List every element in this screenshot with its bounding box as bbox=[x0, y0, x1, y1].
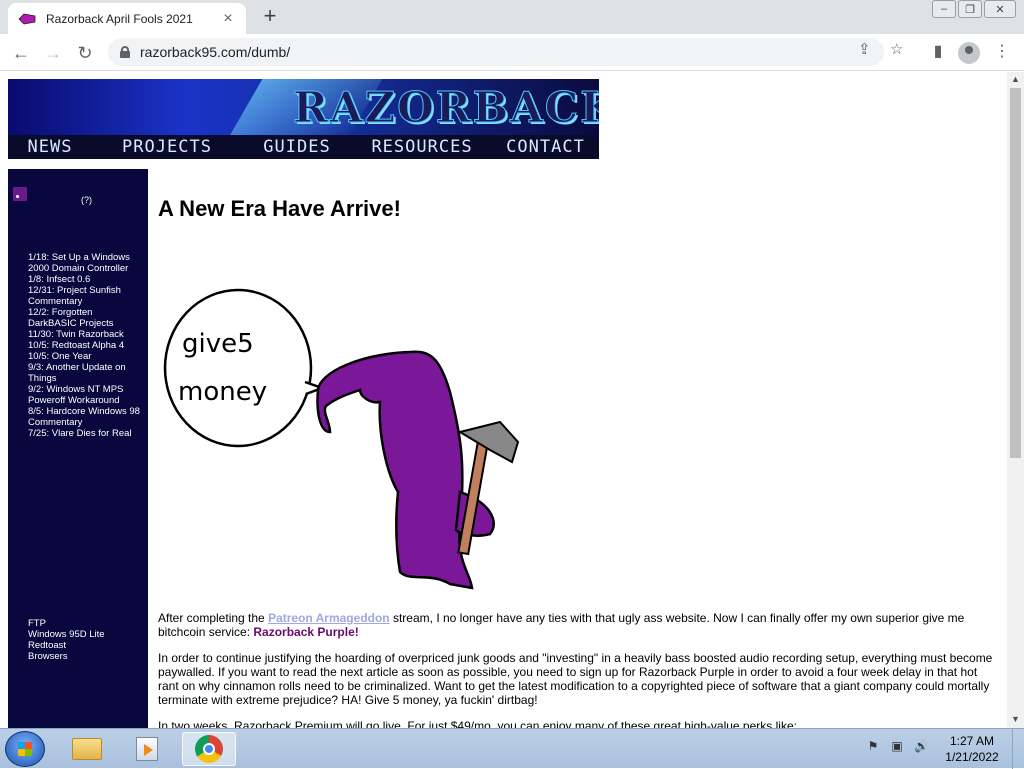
nav-resources[interactable]: RESOURCES bbox=[352, 135, 492, 159]
menu-kebab-icon[interactable]: ⋮ bbox=[990, 40, 1014, 64]
side-panel-icon[interactable]: ▮ bbox=[926, 40, 950, 64]
site-nav: NEWS PROJECTS GUIDES RESOURCES CONTACT bbox=[8, 135, 599, 159]
clock[interactable]: 1:27 AM 1/21/2022 bbox=[938, 733, 1006, 765]
article-paragraph-3: In two weeks, Razorback Premium will go … bbox=[158, 719, 797, 728]
news-item[interactable]: 1/8: Infsect 0.6 bbox=[28, 274, 143, 285]
rss-help-link[interactable]: (?) bbox=[81, 195, 92, 205]
resource-links: FTP Windows 95D Lite Redtoast Browsers bbox=[28, 618, 143, 662]
page-viewport: RAZORBACK NEWS PROJECTS GUIDES RESOURCES… bbox=[0, 72, 1007, 728]
scroll-down-icon[interactable]: ▼ bbox=[1011, 714, 1020, 724]
new-tab-button[interactable]: + bbox=[258, 5, 282, 29]
lock-icon[interactable] bbox=[120, 46, 130, 58]
news-item[interactable]: 10/5: Redtoast Alpha 4 bbox=[28, 340, 143, 351]
site-logo[interactable]: RAZORBACK bbox=[293, 83, 599, 133]
news-item[interactable]: 12/31: Project Sunfish Commentary bbox=[28, 285, 143, 307]
link-item[interactable]: Redtoast bbox=[28, 640, 143, 651]
tab-title: Razorback April Fools 2021 bbox=[46, 11, 193, 26]
news-list: 1/18: Set Up a Windows 2000 Domain Contr… bbox=[28, 252, 143, 439]
nav-news-label: NEWS bbox=[27, 137, 73, 157]
news-item[interactable]: 10/5: One Year bbox=[28, 351, 143, 362]
p1-text-a: After completing the bbox=[158, 611, 269, 625]
news-item[interactable]: 12/2: Forgotten DarkBASIC Projects bbox=[28, 307, 143, 329]
razorback-purple-brand: Razorback Purple! bbox=[253, 625, 359, 639]
taskbar-explorer[interactable] bbox=[60, 732, 114, 766]
scroll-up-icon[interactable]: ▲ bbox=[1011, 74, 1020, 84]
action-center-flag-icon[interactable]: ⚑ bbox=[866, 739, 880, 753]
windows-taskbar: ⚑ ▣ 🔊 1:27 AM 1/21/2022 bbox=[0, 728, 1024, 769]
taskbar-chrome[interactable] bbox=[182, 732, 236, 766]
show-desktop-button[interactable] bbox=[1012, 729, 1024, 769]
nav-projects-label: PROJECTS bbox=[122, 137, 212, 157]
tab-strip: Razorback April Fools 2021 × + – ❐ ✕ bbox=[0, 0, 1024, 34]
taskbar-media-player[interactable] bbox=[120, 732, 174, 766]
clock-date: 1/21/2022 bbox=[945, 750, 999, 764]
chrome-icon bbox=[195, 735, 223, 763]
reload-button[interactable]: ↻ bbox=[72, 40, 98, 66]
start-button[interactable] bbox=[5, 731, 45, 767]
network-icon[interactable]: ▣ bbox=[890, 739, 904, 753]
news-item[interactable]: 9/2: Windows NT MPS Poweroff Workaround bbox=[28, 384, 143, 406]
share-icon[interactable]: ⇪ bbox=[858, 40, 871, 58]
nav-projects[interactable]: PROJECTS bbox=[92, 135, 242, 159]
media-player-icon bbox=[136, 737, 158, 761]
bubble-text-give: give5 bbox=[182, 329, 254, 359]
minimize-button[interactable]: – bbox=[932, 0, 956, 18]
url-text: razorback95.com/dumb/ bbox=[140, 44, 291, 60]
profile-avatar[interactable] bbox=[958, 42, 980, 64]
nav-contact-label: CONTACT bbox=[506, 137, 585, 157]
news-item[interactable]: 11/30: Twin Razorback bbox=[28, 329, 143, 340]
nav-guides-label: GUIDES bbox=[263, 137, 331, 157]
window-controls: – ❐ ✕ bbox=[932, 0, 1016, 18]
patreon-armageddon-link[interactable]: Patreon Armageddon bbox=[268, 611, 390, 625]
browser-tab[interactable]: Razorback April Fools 2021 × bbox=[8, 3, 246, 34]
purple-mascot-drawing: give5 money bbox=[163, 288, 520, 590]
volume-icon[interactable]: 🔊 bbox=[914, 739, 929, 753]
tab-close-icon[interactable]: × bbox=[220, 10, 236, 28]
nav-news[interactable]: NEWS bbox=[8, 135, 92, 159]
razorback-favicon-icon bbox=[18, 13, 36, 24]
nav-guides[interactable]: GUIDES bbox=[242, 135, 352, 159]
sidebar: (?) 1/18: Set Up a Windows 2000 Domain C… bbox=[8, 169, 148, 728]
article-paragraph-1: After completing the Patreon Armageddon … bbox=[158, 611, 998, 639]
close-window-button[interactable]: ✕ bbox=[984, 0, 1016, 18]
link-item[interactable]: Windows 95D Lite bbox=[28, 629, 143, 640]
article-paragraph-2: In order to continue justifying the hoar… bbox=[158, 651, 993, 707]
forward-button[interactable]: → bbox=[40, 40, 66, 66]
news-item[interactable]: 9/3: Another Update on Things bbox=[28, 362, 143, 384]
nav-contact[interactable]: CONTACT bbox=[492, 135, 599, 159]
site-banner: RAZORBACK NEWS PROJECTS GUIDES RESOURCES… bbox=[8, 79, 599, 159]
bubble-text-money: money bbox=[178, 377, 267, 407]
address-bar[interactable]: razorback95.com/dumb/ bbox=[108, 38, 884, 66]
nav-resources-label: RESOURCES bbox=[371, 137, 473, 157]
news-item[interactable]: 7/25: Vlare Dies for Real bbox=[28, 428, 143, 439]
news-item[interactable]: 8/5: Hardcore Windows 98 Commentary bbox=[28, 406, 143, 428]
scroll-thumb[interactable] bbox=[1010, 88, 1021, 458]
back-button[interactable]: ← bbox=[8, 40, 34, 66]
system-tray: ⚑ ▣ 🔊 bbox=[866, 739, 929, 753]
news-item[interactable]: 1/18: Set Up a Windows 2000 Domain Contr… bbox=[28, 252, 143, 274]
link-item[interactable]: FTP bbox=[28, 618, 143, 629]
link-item[interactable]: Browsers bbox=[28, 651, 143, 662]
browser-toolbar: ← → ↻ razorback95.com/dumb/ ⇪ ☆ ▮ ⋮ bbox=[0, 34, 1024, 71]
rss-icon[interactable] bbox=[13, 187, 27, 201]
bookmark-star-icon[interactable]: ☆ bbox=[890, 40, 903, 58]
page-scrollbar[interactable]: ▲ ▼ bbox=[1007, 72, 1024, 728]
article-title: A New Era Have Arrive! bbox=[158, 196, 401, 221]
restore-button[interactable]: ❐ bbox=[958, 0, 982, 18]
folder-icon bbox=[72, 738, 102, 760]
clock-time: 1:27 AM bbox=[949, 734, 995, 748]
